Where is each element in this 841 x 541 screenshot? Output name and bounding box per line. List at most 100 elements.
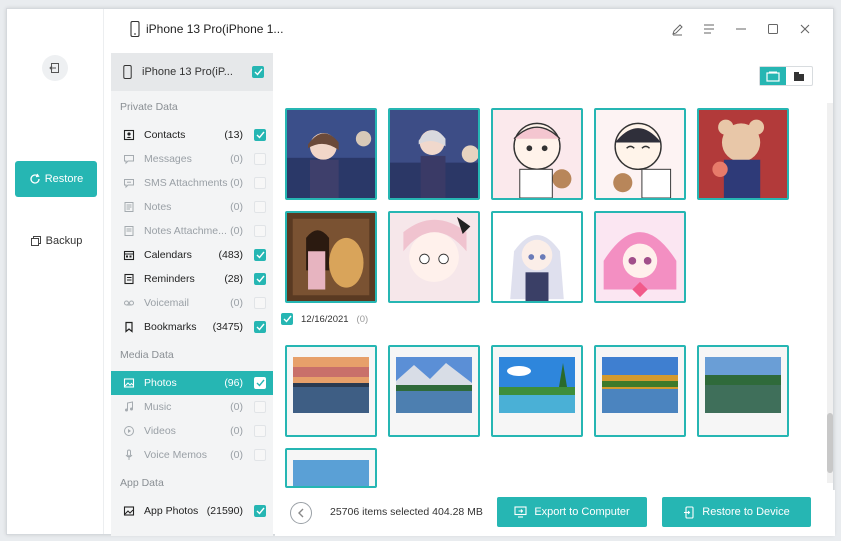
category-count: (13) [224, 129, 243, 141]
scrollbar-thumb[interactable] [827, 413, 833, 473]
restore-button[interactable]: Restore [15, 161, 97, 197]
category-label: Calendars [144, 249, 192, 261]
contacts-icon [123, 129, 135, 141]
device-checkbox[interactable] [252, 66, 264, 78]
photo-thumbnail[interactable] [285, 211, 377, 303]
category-icon-wrap [122, 153, 136, 165]
category-item-sms-attachments[interactable]: SMS Attachments (0) [111, 171, 273, 195]
category-count: (0) [230, 425, 243, 437]
category-checkbox[interactable] [254, 177, 266, 189]
category-item-photos[interactable]: Photos (96) [111, 371, 273, 395]
category-count: (0) [230, 177, 243, 189]
export-to-computer-button[interactable]: Export to Computer [497, 497, 647, 527]
left-rail: Restore Backup [7, 9, 104, 534]
photo-thumbnail[interactable] [697, 108, 789, 200]
category-item-app-photos[interactable]: App Photos (21590) [111, 499, 273, 523]
backup-button[interactable]: Backup [15, 223, 97, 259]
photos-icon [123, 378, 135, 388]
restore-label: Restore [44, 173, 84, 185]
photo-thumbnail[interactable] [594, 108, 686, 200]
vertical-scrollbar[interactable] [827, 103, 833, 483]
feedback-button[interactable] [669, 21, 685, 37]
category-item-messages[interactable]: Messages (0) [111, 147, 273, 171]
photo-thumbnail[interactable] [594, 211, 686, 303]
category-icon-wrap [122, 321, 136, 333]
app-photos-icon [123, 506, 135, 516]
category-count: (21590) [206, 505, 243, 517]
category-item-notes-attachme[interactable]: Notes Attachme... (0) [111, 219, 273, 243]
category-checkbox[interactable] [254, 401, 266, 413]
category-count: (0) [230, 449, 243, 461]
computer-export-icon [514, 506, 527, 518]
back-button[interactable] [42, 55, 68, 81]
category-checkbox[interactable] [254, 153, 266, 165]
category-checkbox[interactable] [254, 249, 266, 261]
category-checkbox[interactable] [254, 321, 266, 333]
close-button[interactable] [797, 21, 813, 37]
close-icon [800, 24, 810, 34]
category-item-notes[interactable]: Notes (0) [111, 195, 273, 219]
mountain-lake-image [396, 357, 472, 413]
app-window: Restore Backup iPhone 13 Pro(iPhone 1... [6, 8, 835, 536]
minimize-button[interactable] [733, 21, 749, 37]
category-checkbox[interactable] [254, 449, 266, 461]
photo-thumbnail[interactable] [491, 108, 583, 200]
category-checkbox[interactable] [254, 129, 266, 141]
cartoon-character-bear-image [493, 110, 581, 198]
category-label: SMS Attachments [144, 177, 228, 189]
date-group-checkbox[interactable] [281, 313, 293, 325]
restore-to-device-button[interactable]: Restore to Device [662, 497, 811, 527]
category-item-videos[interactable]: Videos (0) [111, 419, 273, 443]
category-label: Bookmarks [144, 321, 197, 333]
photo-thumbnail[interactable] [491, 345, 583, 437]
forest-lake-image [705, 357, 781, 413]
category-checkbox[interactable] [254, 425, 266, 437]
folder-view-button[interactable] [786, 67, 812, 85]
category-label: App Photos [144, 505, 199, 517]
category-label: Reminders [144, 273, 195, 285]
category-label: Music [144, 401, 172, 413]
photo-thumbnail[interactable] [388, 108, 480, 200]
category-checkbox[interactable] [254, 297, 266, 309]
anime-girl-pink-hair-image [596, 213, 684, 301]
category-checkbox[interactable] [254, 505, 266, 517]
photo-thumbnail[interactable] [697, 345, 789, 437]
app-data-list: App Photos (21590) [111, 499, 273, 523]
previous-button[interactable] [290, 502, 312, 524]
menu-button[interactable] [701, 21, 717, 37]
category-checkbox[interactable] [254, 273, 266, 285]
category-checkbox[interactable] [254, 225, 266, 237]
sms-attachments-icon [124, 179, 134, 189]
reminders-icon [124, 273, 134, 285]
category-checkbox[interactable] [254, 377, 266, 389]
photo-thumbnail[interactable] [285, 448, 377, 488]
category-item-voice-memos[interactable]: Voice Memos (0) [111, 443, 273, 467]
photo-thumbnail[interactable] [594, 345, 686, 437]
check-icon [254, 68, 263, 76]
minimize-icon [736, 28, 746, 30]
device-row[interactable]: iPhone 13 Pro(iP... [111, 53, 273, 91]
photo-thumbnail[interactable] [388, 345, 480, 437]
photo-thumbnail[interactable] [388, 211, 480, 303]
category-icon-wrap [122, 201, 136, 213]
check-icon [256, 251, 265, 259]
category-item-calendars[interactable]: Calendars (483) [111, 243, 273, 267]
check-icon [256, 323, 265, 331]
photo-thumbnail[interactable] [285, 345, 377, 437]
photo-thumbnail[interactable] [285, 108, 377, 200]
category-item-contacts[interactable]: Contacts (13) [111, 123, 273, 147]
category-item-music[interactable]: Music (0) [111, 395, 273, 419]
category-icon-wrap [122, 505, 136, 517]
category-label: Photos [144, 377, 177, 389]
category-item-bookmarks[interactable]: Bookmarks (3475) [111, 315, 273, 339]
maximize-icon [768, 24, 778, 34]
category-item-reminders[interactable]: Reminders (28) [111, 267, 273, 291]
category-checkbox[interactable] [254, 201, 266, 213]
category-item-voicemail[interactable]: Voicemail (0) [111, 291, 273, 315]
check-icon [256, 379, 265, 387]
photo-thumbnail[interactable] [491, 211, 583, 303]
date-count: (0) [356, 313, 369, 325]
category-count: (483) [218, 249, 243, 261]
maximize-button[interactable] [765, 21, 781, 37]
grid-view-button[interactable] [760, 67, 786, 85]
